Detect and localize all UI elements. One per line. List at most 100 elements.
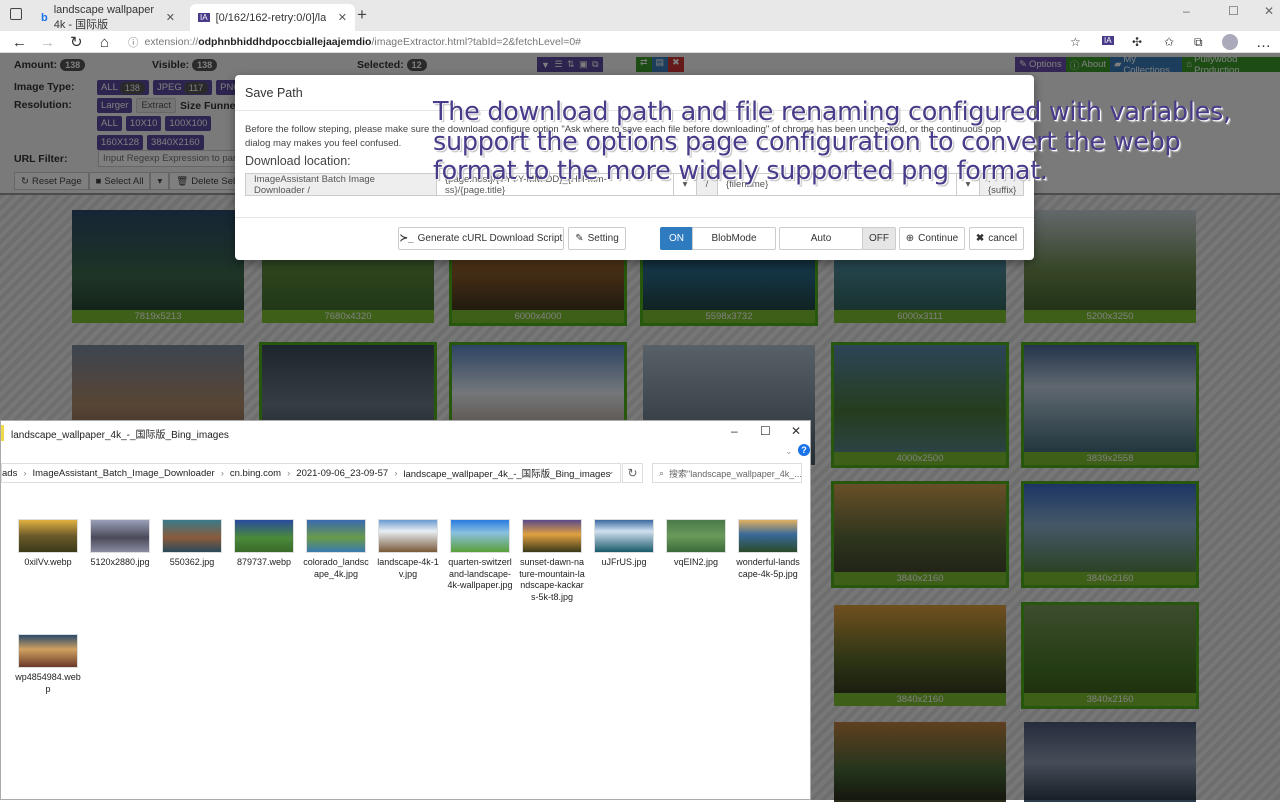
generate-curl-button[interactable]: ≻_ Generate cURL Download Script — [398, 227, 564, 250]
favorite-add-icon[interactable]: ☆ — [1070, 31, 1081, 53]
explorer-breadcrumb[interactable]: ads › ImageAssistant_Batch_Image_Downloade… — [1, 463, 621, 483]
reload-icon[interactable]: ↻ — [70, 31, 83, 53]
file-thumbnail — [594, 519, 654, 553]
file-thumbnail — [18, 634, 78, 668]
breadcrumb-item[interactable]: ads — [2, 468, 17, 479]
close-tab-icon[interactable]: ✕ — [338, 11, 347, 24]
file-thumbnail — [306, 519, 366, 553]
base-directory: ImageAssistant Batch Image Downloader / — [245, 173, 437, 196]
explorer-title: landscape_wallpaper_4k_-_国际版_Bing_images — [11, 430, 229, 441]
file-thumbnail — [738, 519, 798, 553]
blobmode-on-toggle[interactable]: ON — [660, 227, 693, 250]
file-name: wonderful-landscape-4k-5p.jpg — [736, 557, 800, 579]
close-window-icon[interactable]: ✕ — [791, 424, 801, 438]
continue-button[interactable]: ⊕ Continue — [899, 227, 965, 250]
terminal-icon: ≻_ — [399, 233, 414, 244]
file-thumbnail — [234, 519, 294, 553]
file-item[interactable]: quarten-switzerland-landscape-4k-wallpap… — [447, 519, 513, 592]
file-thumbnail — [522, 519, 582, 553]
breadcrumb-item[interactable]: ImageAssistant_Batch_Image_Downloader — [33, 468, 215, 479]
file-name: vqEIN2.jpg — [673, 557, 719, 567]
file-name: 879737.webp — [236, 557, 292, 567]
url-prefix: extension:// — [144, 36, 199, 48]
file-item[interactable]: 5120x2880.jpg — [87, 519, 153, 569]
chevron-right-icon: › — [287, 467, 291, 479]
file-name: uJFrUS.jpg — [601, 557, 647, 567]
breadcrumb-item[interactable]: 2021-09-06_23-09-57 — [296, 468, 388, 479]
setting-button[interactable]: ✎ Setting — [568, 227, 626, 250]
chevron-right-icon: › — [23, 467, 27, 479]
auto-label[interactable]: Auto — [779, 227, 863, 250]
maximize-icon[interactable]: ☐ — [760, 424, 771, 438]
history-dropdown-icon[interactable]: ⌄ — [607, 466, 615, 477]
breadcrumb-item[interactable]: cn.bing.com — [230, 468, 281, 479]
dialog-title: Save Path — [245, 86, 303, 100]
file-item[interactable]: colorado_landscape_4k.jpg — [303, 519, 369, 580]
close-window-icon[interactable]: ✕ — [1264, 4, 1274, 18]
refresh-icon[interactable]: ↻ — [622, 463, 643, 483]
expand-ribbon-icon[interactable]: ⌄ — [785, 446, 793, 457]
profile-avatar[interactable] — [1222, 34, 1238, 50]
wrench-icon: ✎ — [575, 233, 584, 244]
file-name: sunset-dawn-nature-mountain-landscape-ka… — [519, 557, 585, 602]
tab-label: landscape wallpaper 4k - 国际版 — [53, 3, 155, 31]
url-host: odphnbhiddhdpoccbiallejaajemdio — [198, 36, 372, 48]
file-name: quarten-switzerland-landscape-4k-wallpap… — [447, 557, 513, 590]
tab-actions-icon[interactable] — [10, 8, 22, 20]
url-path: /imageExtractor.html?tabId=2&fetchLevel=… — [371, 36, 582, 48]
file-name: 0xilVv.webp — [24, 557, 72, 567]
chevron-right-icon: › — [394, 467, 398, 479]
extension-ia-icon[interactable]: IA — [1102, 36, 1114, 45]
file-name: landscape-4k-1v.jpg — [377, 557, 439, 579]
close-icon: ✖ — [975, 233, 985, 244]
maximize-icon[interactable]: ☐ — [1228, 4, 1239, 18]
cancel-button[interactable]: ✖ cancel — [969, 227, 1024, 250]
help-icon[interactable]: ? — [798, 444, 810, 456]
breadcrumb-item[interactable]: landscape_wallpaper_4k_-_国际版_Bing_images — [403, 466, 610, 480]
file-item[interactable]: wp4854984.webp — [15, 634, 81, 695]
close-tab-icon[interactable]: ✕ — [166, 11, 175, 24]
back-icon[interactable]: ← — [12, 31, 27, 53]
info-icon: ⓘ — [128, 36, 139, 49]
search-icon: ⌕ — [659, 467, 665, 478]
file-explorer-window: landscape_wallpaper_4k_-_国际版_Bing_images… — [0, 420, 811, 800]
tab-extractor[interactable]: IA [0/162/162-retry:0/0]/landscape ✕ — [190, 4, 355, 31]
tab-label: [0/162/162-retry:0/0]/landscape — [215, 11, 326, 24]
tab-bar: b landscape wallpaper 4k - 国际版 ✕ IA [0/162/… — [0, 0, 1280, 31]
file-item[interactable]: uJFrUS.jpg — [591, 519, 657, 569]
file-item[interactable]: landscape-4k-1v.jpg — [375, 519, 441, 580]
minimize-icon[interactable]: – — [1183, 4, 1190, 18]
file-name: 5120x2880.jpg — [90, 557, 150, 567]
url-field[interactable]: ⓘ extension://odphnbhiddhdpoccbiallejaaje… — [128, 33, 1058, 51]
explorer-search[interactable]: ⌕ 搜索"landscape_wallpaper_4k_... — [652, 463, 802, 483]
new-tab-icon[interactable]: + — [357, 5, 367, 25]
file-thumbnail — [90, 519, 150, 553]
file-thumbnail — [162, 519, 222, 553]
file-item[interactable]: 550362.jpg — [159, 519, 225, 569]
more-icon[interactable]: … — [1256, 31, 1271, 53]
file-item[interactable]: wonderful-landscape-4k-5p.jpg — [735, 519, 801, 580]
feature-caption: The download path and file renaming conf… — [433, 97, 1231, 186]
file-item[interactable]: 0xilVv.webp — [15, 519, 81, 569]
file-item[interactable]: 879737.webp — [231, 519, 297, 569]
file-name: wp4854984.webp — [15, 672, 81, 694]
file-thumbnail — [378, 519, 438, 553]
auto-off-toggle[interactable]: OFF — [862, 227, 896, 250]
extensions-icon[interactable]: ✣ — [1132, 31, 1142, 53]
tab-bing[interactable]: b landscape wallpaper 4k - 国际版 ✕ — [33, 4, 183, 31]
folder-icon — [1, 425, 4, 441]
file-item[interactable]: vqEIN2.jpg — [663, 519, 729, 569]
address-bar-row: ← → ↻ ⌂ ⓘ extension://odphnbhiddhdpoccbia… — [0, 31, 1280, 53]
home-icon[interactable]: ⌂ — [100, 31, 109, 53]
ia-icon: IA — [198, 13, 210, 22]
bing-icon: b — [41, 11, 48, 24]
download-location-label: Download location: — [245, 154, 351, 168]
file-name: 550362.jpg — [169, 557, 215, 567]
forward-icon[interactable]: → — [40, 31, 55, 53]
favorites-icon[interactable]: ✩ — [1164, 31, 1174, 53]
blobmode-label[interactable]: BlobMode — [692, 227, 776, 250]
minimize-icon[interactable]: – — [731, 424, 738, 438]
file-thumbnail — [450, 519, 510, 553]
file-item[interactable]: sunset-dawn-nature-mountain-landscape-ka… — [519, 519, 585, 603]
collections-icon[interactable]: ⧉ — [1194, 31, 1203, 53]
